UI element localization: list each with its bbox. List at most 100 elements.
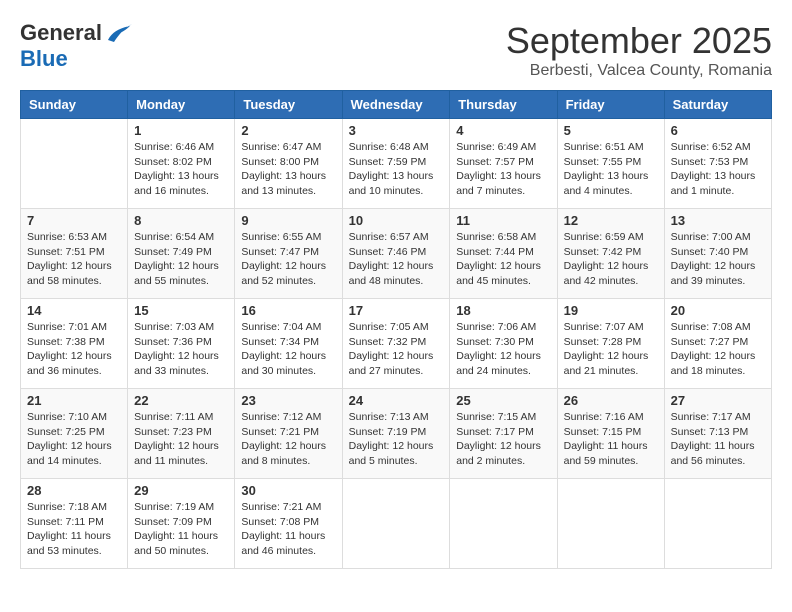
day-info: Sunrise: 6:55 AM Sunset: 7:47 PM Dayligh… (241, 230, 335, 289)
column-header-thursday: Thursday (450, 91, 557, 119)
column-header-wednesday: Wednesday (342, 91, 450, 119)
calendar-cell: 25 Sunrise: 7:15 AM Sunset: 7:17 PM Dayli… (450, 389, 557, 479)
day-info: Sunrise: 7:00 AM Sunset: 7:40 PM Dayligh… (671, 230, 765, 289)
day-number: 27 (671, 393, 765, 408)
day-info: Sunrise: 7:03 AM Sunset: 7:36 PM Dayligh… (134, 320, 228, 379)
calendar-cell: 4 Sunrise: 6:49 AM Sunset: 7:57 PM Daylig… (450, 119, 557, 209)
day-number: 2 (241, 123, 335, 138)
calendar-cell (557, 479, 664, 569)
day-info: Sunrise: 7:15 AM Sunset: 7:17 PM Dayligh… (456, 410, 550, 469)
day-number: 16 (241, 303, 335, 318)
week-row-5: 28 Sunrise: 7:18 AM Sunset: 7:11 PM Dayli… (21, 479, 772, 569)
calendar-cell: 10 Sunrise: 6:57 AM Sunset: 7:46 PM Dayli… (342, 209, 450, 299)
calendar-cell (342, 479, 450, 569)
day-number: 25 (456, 393, 550, 408)
day-number: 6 (671, 123, 765, 138)
day-number: 18 (456, 303, 550, 318)
day-info: Sunrise: 7:10 AM Sunset: 7:25 PM Dayligh… (27, 410, 121, 469)
day-info: Sunrise: 6:46 AM Sunset: 8:02 PM Dayligh… (134, 140, 228, 199)
title-section: September 2025 Berbesti, Valcea County, … (506, 20, 772, 80)
calendar-cell: 20 Sunrise: 7:08 AM Sunset: 7:27 PM Dayli… (664, 299, 771, 389)
calendar-cell: 18 Sunrise: 7:06 AM Sunset: 7:30 PM Dayli… (450, 299, 557, 389)
day-info: Sunrise: 7:16 AM Sunset: 7:15 PM Dayligh… (564, 410, 658, 469)
week-row-3: 14Sunrise: 7:01 AM Sunset: 7:38 PM Dayli… (21, 299, 772, 389)
day-number: 20 (671, 303, 765, 318)
day-info: Sunrise: 7:17 AM Sunset: 7:13 PM Dayligh… (671, 410, 765, 469)
location-subtitle: Berbesti, Valcea County, Romania (506, 62, 772, 80)
column-header-saturday: Saturday (664, 91, 771, 119)
day-info: Sunrise: 7:13 AM Sunset: 7:19 PM Dayligh… (349, 410, 444, 469)
week-row-4: 21 Sunrise: 7:10 AM Sunset: 7:25 PM Dayli… (21, 389, 772, 479)
calendar-cell: 24 Sunrise: 7:13 AM Sunset: 7:19 PM Dayli… (342, 389, 450, 479)
calendar-cell: 28 Sunrise: 7:18 AM Sunset: 7:11 PM Dayli… (21, 479, 128, 569)
week-row-2: 7 Sunrise: 6:53 AM Sunset: 7:51 PM Daylig… (21, 209, 772, 299)
logo-blue-text: Blue (20, 46, 68, 72)
day-info: Sunrise: 6:51 AM Sunset: 7:55 PM Dayligh… (564, 140, 658, 199)
logo: General Blue (20, 20, 132, 72)
calendar-cell (21, 119, 128, 209)
calendar-cell: 15Sunrise: 7:03 AM Sunset: 7:36 PM Dayli… (128, 299, 235, 389)
calendar-cell: 16 Sunrise: 7:04 AM Sunset: 7:34 PM Dayli… (235, 299, 342, 389)
calendar-cell: 30 Sunrise: 7:21 AM Sunset: 7:08 PM Dayli… (235, 479, 342, 569)
day-number: 4 (456, 123, 550, 138)
day-info: Sunrise: 7:08 AM Sunset: 7:27 PM Dayligh… (671, 320, 765, 379)
calendar-cell: 5 Sunrise: 6:51 AM Sunset: 7:55 PM Daylig… (557, 119, 664, 209)
calendar-cell: 11Sunrise: 6:58 AM Sunset: 7:44 PM Dayli… (450, 209, 557, 299)
day-info: Sunrise: 7:01 AM Sunset: 7:38 PM Dayligh… (27, 320, 121, 379)
day-info: Sunrise: 7:11 AM Sunset: 7:23 PM Dayligh… (134, 410, 228, 469)
day-info: Sunrise: 6:54 AM Sunset: 7:49 PM Dayligh… (134, 230, 228, 289)
logo-bird-icon (104, 22, 132, 44)
calendar-cell: 21 Sunrise: 7:10 AM Sunset: 7:25 PM Dayli… (21, 389, 128, 479)
day-info: Sunrise: 6:58 AM Sunset: 7:44 PM Dayligh… (456, 230, 550, 289)
day-info: Sunrise: 7:06 AM Sunset: 7:30 PM Dayligh… (456, 320, 550, 379)
day-number: 13 (671, 213, 765, 228)
day-number: 26 (564, 393, 658, 408)
day-number: 24 (349, 393, 444, 408)
calendar-cell: 19 Sunrise: 7:07 AM Sunset: 7:28 PM Dayli… (557, 299, 664, 389)
calendar-cell: 12Sunrise: 6:59 AM Sunset: 7:42 PM Dayli… (557, 209, 664, 299)
day-number: 23 (241, 393, 335, 408)
day-info: Sunrise: 7:18 AM Sunset: 7:11 PM Dayligh… (27, 500, 121, 559)
day-info: Sunrise: 7:21 AM Sunset: 7:08 PM Dayligh… (241, 500, 335, 559)
day-number: 3 (349, 123, 444, 138)
calendar-header-row: SundayMondayTuesdayWednesdayThursdayFrid… (21, 91, 772, 119)
week-row-1: 1 Sunrise: 6:46 AM Sunset: 8:02 PM Daylig… (21, 119, 772, 209)
calendar-cell: 8 Sunrise: 6:54 AM Sunset: 7:49 PM Daylig… (128, 209, 235, 299)
day-number: 19 (564, 303, 658, 318)
day-info: Sunrise: 6:57 AM Sunset: 7:46 PM Dayligh… (349, 230, 444, 289)
day-info: Sunrise: 6:49 AM Sunset: 7:57 PM Dayligh… (456, 140, 550, 199)
day-number: 7 (27, 213, 121, 228)
calendar-cell: 1 Sunrise: 6:46 AM Sunset: 8:02 PM Daylig… (128, 119, 235, 209)
day-info: Sunrise: 7:19 AM Sunset: 7:09 PM Dayligh… (134, 500, 228, 559)
calendar-cell: 2 Sunrise: 6:47 AM Sunset: 8:00 PM Daylig… (235, 119, 342, 209)
day-number: 17 (349, 303, 444, 318)
logo-general-text: General (20, 20, 102, 46)
day-info: Sunrise: 6:47 AM Sunset: 8:00 PM Dayligh… (241, 140, 335, 199)
day-info: Sunrise: 6:48 AM Sunset: 7:59 PM Dayligh… (349, 140, 444, 199)
calendar-cell: 29 Sunrise: 7:19 AM Sunset: 7:09 PM Dayli… (128, 479, 235, 569)
column-header-friday: Friday (557, 91, 664, 119)
day-number: 8 (134, 213, 228, 228)
day-number: 9 (241, 213, 335, 228)
day-info: Sunrise: 7:04 AM Sunset: 7:34 PM Dayligh… (241, 320, 335, 379)
column-header-tuesday: Tuesday (235, 91, 342, 119)
day-number: 12 (564, 213, 658, 228)
day-number: 1 (134, 123, 228, 138)
calendar-cell (664, 479, 771, 569)
calendar-cell (450, 479, 557, 569)
day-number: 30 (241, 483, 335, 498)
day-number: 10 (349, 213, 444, 228)
day-info: Sunrise: 7:12 AM Sunset: 7:21 PM Dayligh… (241, 410, 335, 469)
calendar-cell: 27 Sunrise: 7:17 AM Sunset: 7:13 PM Dayli… (664, 389, 771, 479)
day-info: Sunrise: 6:53 AM Sunset: 7:51 PM Dayligh… (27, 230, 121, 289)
calendar-cell: 14Sunrise: 7:01 AM Sunset: 7:38 PM Dayli… (21, 299, 128, 389)
day-info: Sunrise: 7:07 AM Sunset: 7:28 PM Dayligh… (564, 320, 658, 379)
calendar-table: SundayMondayTuesdayWednesdayThursdayFrid… (20, 90, 772, 569)
calendar-cell: 6Sunrise: 6:52 AM Sunset: 7:53 PM Daylig… (664, 119, 771, 209)
day-number: 21 (27, 393, 121, 408)
calendar-cell: 13 Sunrise: 7:00 AM Sunset: 7:40 PM Dayli… (664, 209, 771, 299)
calendar-cell: 22Sunrise: 7:11 AM Sunset: 7:23 PM Dayli… (128, 389, 235, 479)
day-number: 5 (564, 123, 658, 138)
day-number: 28 (27, 483, 121, 498)
day-number: 29 (134, 483, 228, 498)
